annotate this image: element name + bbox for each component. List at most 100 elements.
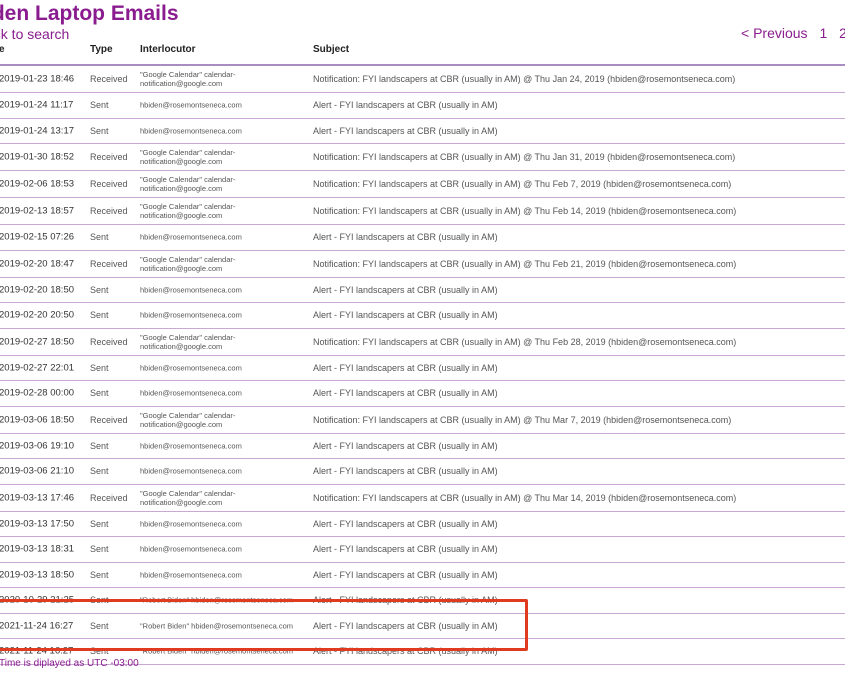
page-link-1[interactable]: 1 bbox=[819, 25, 827, 41]
row-subject[interactable]: Alert - FYI landscapers at CBR (usually … bbox=[313, 544, 498, 554]
row-subject[interactable]: Notification: FYI landscapers at CBR (us… bbox=[313, 337, 736, 347]
row-type: Sent bbox=[90, 440, 109, 451]
interlocutor-line: notification@google.com bbox=[140, 263, 223, 273]
row-date: 2019-02-13 18:57 bbox=[0, 205, 75, 217]
row-interlocutor: hbiden@rosemontseneca.com bbox=[140, 233, 242, 242]
row-interlocutor: hbiden@rosemontseneca.com bbox=[140, 285, 242, 294]
row-type: Sent bbox=[90, 388, 109, 399]
table-row[interactable]: 2019-01-24 13:17 Sent hbiden@rosemontsenec… bbox=[0, 119, 845, 144]
row-type: Received bbox=[90, 74, 128, 84]
row-subject[interactable]: Alert - FYI landscapers at CBR (usually … bbox=[313, 285, 498, 295]
row-interlocutor: hbiden@rosemontseneca.com bbox=[140, 363, 242, 372]
row-subject[interactable]: Notification: FYI landscapers at CBR (us… bbox=[313, 179, 731, 189]
table-row[interactable]: 2019-02-27 22:01 Sent hbiden@rosemontsenec… bbox=[0, 356, 845, 381]
row-subject[interactable]: Notification: FYI landscapers at CBR (us… bbox=[313, 152, 735, 162]
interlocutor-line: hbiden@rosemontseneca.com bbox=[140, 126, 242, 136]
row-interlocutor: "Google Calendar" calendar-notification@… bbox=[140, 70, 235, 88]
column-header-type[interactable]: Type bbox=[90, 44, 113, 55]
row-date: 2019-01-30 18:52 bbox=[0, 151, 75, 163]
row-subject[interactable]: Alert - FYI landscapers at CBR (usually … bbox=[313, 100, 498, 110]
interlocutor-line: hbiden@rosemontseneca.com bbox=[140, 544, 242, 554]
table-row[interactable]: 2019-01-24 11:17 Sent hbiden@rosemontsenec… bbox=[0, 93, 845, 119]
row-interlocutor: hbiden@rosemontseneca.com bbox=[140, 545, 242, 554]
table-row[interactable]: 2019-03-13 17:46 Received "Google Calendar… bbox=[0, 485, 845, 512]
row-subject[interactable]: Alert - FYI landscapers at CBR (usually … bbox=[313, 232, 498, 242]
interlocutor-line: hbiden@rosemontseneca.com bbox=[140, 100, 242, 110]
row-type: Received bbox=[90, 258, 128, 269]
row-date: 2019-02-20 20:50 bbox=[0, 309, 75, 321]
table-row[interactable]: 2019-02-20 18:47 Received "Google Calendar… bbox=[0, 251, 845, 278]
table-row[interactable]: 2019-02-15 07:26 Sent hbiden@rosemontsenec… bbox=[0, 225, 845, 251]
row-type: Sent bbox=[90, 125, 109, 136]
row-subject[interactable]: Alert - FYI landscapers at CBR (usually … bbox=[313, 126, 498, 136]
previous-page-link[interactable]: < Previous bbox=[741, 25, 808, 41]
table-row[interactable]: 2019-03-06 21:10 Sent hbiden@rosemontsenec… bbox=[0, 459, 845, 485]
row-subject[interactable]: Alert - FYI landscapers at CBR (usually … bbox=[313, 519, 498, 529]
row-subject[interactable]: Alert - FYI landscapers at CBR (usually … bbox=[313, 388, 498, 398]
row-type: Received bbox=[90, 492, 128, 503]
row-type: Received bbox=[90, 152, 128, 162]
row-interlocutor: hbiden@rosemontseneca.com bbox=[140, 441, 242, 450]
interlocutor-line: hbiden@rosemontseneca.com bbox=[140, 388, 242, 398]
row-subject[interactable]: Alert - FYI landscapers at CBR (usually … bbox=[313, 466, 498, 476]
interlocutor-line: hbiden@rosemontseneca.com bbox=[140, 519, 242, 529]
table-row[interactable]: 2019-03-06 19:10 Sent hbiden@rosemontsenec… bbox=[0, 434, 845, 459]
table-row[interactable]: 2019-01-30 18:52 Received "Google Calendar… bbox=[0, 144, 845, 171]
row-type: Sent bbox=[90, 466, 109, 477]
interlocutor-line: notification@google.com bbox=[140, 211, 223, 220]
row-subject[interactable]: Alert - FYI landscapers at CBR (usually … bbox=[313, 570, 498, 580]
row-subject[interactable]: Notification: FYI landscapers at CBR (us… bbox=[313, 74, 735, 84]
interlocutor-line: hbiden@rosemontseneca.com bbox=[140, 363, 242, 373]
highlight-box bbox=[0, 599, 528, 651]
interlocutor-line: "Google Calendar" calendar- bbox=[140, 332, 236, 342]
table-row[interactable]: 2019-02-13 18:57 Received "Google Calendar… bbox=[0, 198, 845, 225]
column-header-subject[interactable]: Subject bbox=[313, 44, 349, 55]
row-subject[interactable]: Notification: FYI landscapers at CBR (us… bbox=[313, 259, 736, 269]
table-row[interactable]: 2019-02-06 18:53 Received "Google Calendar… bbox=[0, 171, 845, 198]
row-interlocutor: hbiden@rosemontseneca.com bbox=[140, 467, 242, 476]
row-subject[interactable]: Notification: FYI landscapers at CBR (us… bbox=[313, 206, 736, 216]
row-subject[interactable]: Notification: FYI landscapers at CBR (us… bbox=[313, 493, 736, 503]
interlocutor-line: notification@google.com bbox=[140, 184, 223, 193]
interlocutor-line: hbiden@rosemontseneca.com bbox=[140, 441, 242, 451]
page-link-2[interactable]: 2 bbox=[839, 25, 845, 41]
table-row[interactable]: 2019-03-06 18:50 Received "Google Calendar… bbox=[0, 407, 845, 434]
table-row[interactable]: 2019-02-27 18:50 Received "Google Calendar… bbox=[0, 329, 845, 356]
row-date: 2019-03-13 18:31 bbox=[0, 543, 75, 555]
interlocutor-line: "Google Calendar" calendar- bbox=[140, 148, 236, 157]
interlocutor-line: "Google Calendar" calendar- bbox=[140, 410, 236, 420]
row-date: 2019-03-13 17:46 bbox=[0, 492, 75, 503]
row-date: 2019-03-06 18:50 bbox=[0, 414, 75, 425]
column-header-interlocutor[interactable]: Interlocutor bbox=[140, 44, 196, 55]
table-row[interactable]: 2019-03-13 18:50 Sent hbiden@rosemontsenec… bbox=[0, 563, 845, 588]
interlocutor-line: notification@google.com bbox=[140, 419, 223, 429]
timezone-note: Time is diplayed as UTC -03:00 bbox=[0, 658, 139, 669]
row-date: 2019-03-13 18:50 bbox=[0, 569, 75, 581]
row-interlocutor: hbiden@rosemontseneca.com bbox=[140, 570, 242, 579]
table-row[interactable]: 2019-03-13 17:50 Sent hbiden@rosemontsenec… bbox=[0, 512, 845, 537]
interlocutor-line: notification@google.com bbox=[140, 341, 223, 351]
table-row[interactable]: 2019-02-28 00:00 Sent hbiden@rosemontsenec… bbox=[0, 381, 845, 407]
row-subject[interactable]: Notification: FYI landscapers at CBR (us… bbox=[313, 415, 731, 425]
row-subject[interactable]: Alert - FYI landscapers at CBR (usually … bbox=[313, 310, 498, 320]
row-subject[interactable]: Alert - FYI landscapers at CBR (usually … bbox=[313, 441, 498, 451]
row-type: Sent bbox=[90, 232, 109, 243]
row-subject[interactable]: Alert - FYI landscapers at CBR (usually … bbox=[313, 363, 498, 373]
table-row[interactable]: 2019-02-20 20:50 Sent hbiden@rosemontsenec… bbox=[0, 303, 845, 329]
interlocutor-line: hbiden@rosemontseneca.com bbox=[140, 232, 242, 242]
interlocutor-line: hbiden@rosemontseneca.com bbox=[140, 310, 242, 320]
table-row[interactable]: 2019-02-20 18:50 Sent hbiden@rosemontsenec… bbox=[0, 278, 845, 303]
row-interlocutor: hbiden@rosemontseneca.com bbox=[140, 126, 242, 135]
interlocutor-line: notification@google.com bbox=[140, 497, 223, 507]
back-to-search-link[interactable]: ack to search bbox=[0, 26, 69, 42]
row-interlocutor: "Google Calendar" calendar-notification@… bbox=[140, 255, 235, 273]
row-interlocutor: hbiden@rosemontseneca.com bbox=[140, 389, 242, 398]
row-type: Sent bbox=[90, 569, 109, 580]
row-date: 2019-03-13 17:50 bbox=[0, 518, 75, 530]
row-interlocutor: hbiden@rosemontseneca.com bbox=[140, 311, 242, 320]
table-row[interactable]: 2019-01-23 18:46 Received "Google Calendar… bbox=[0, 66, 845, 93]
row-interlocutor: "Google Calendar" calendar-notification@… bbox=[140, 489, 235, 507]
row-date: 2019-01-23 18:46 bbox=[0, 73, 75, 85]
column-header-date[interactable]: e bbox=[0, 44, 5, 55]
table-row[interactable]: 2019-03-13 18:31 Sent hbiden@rosemontsenec… bbox=[0, 537, 845, 563]
